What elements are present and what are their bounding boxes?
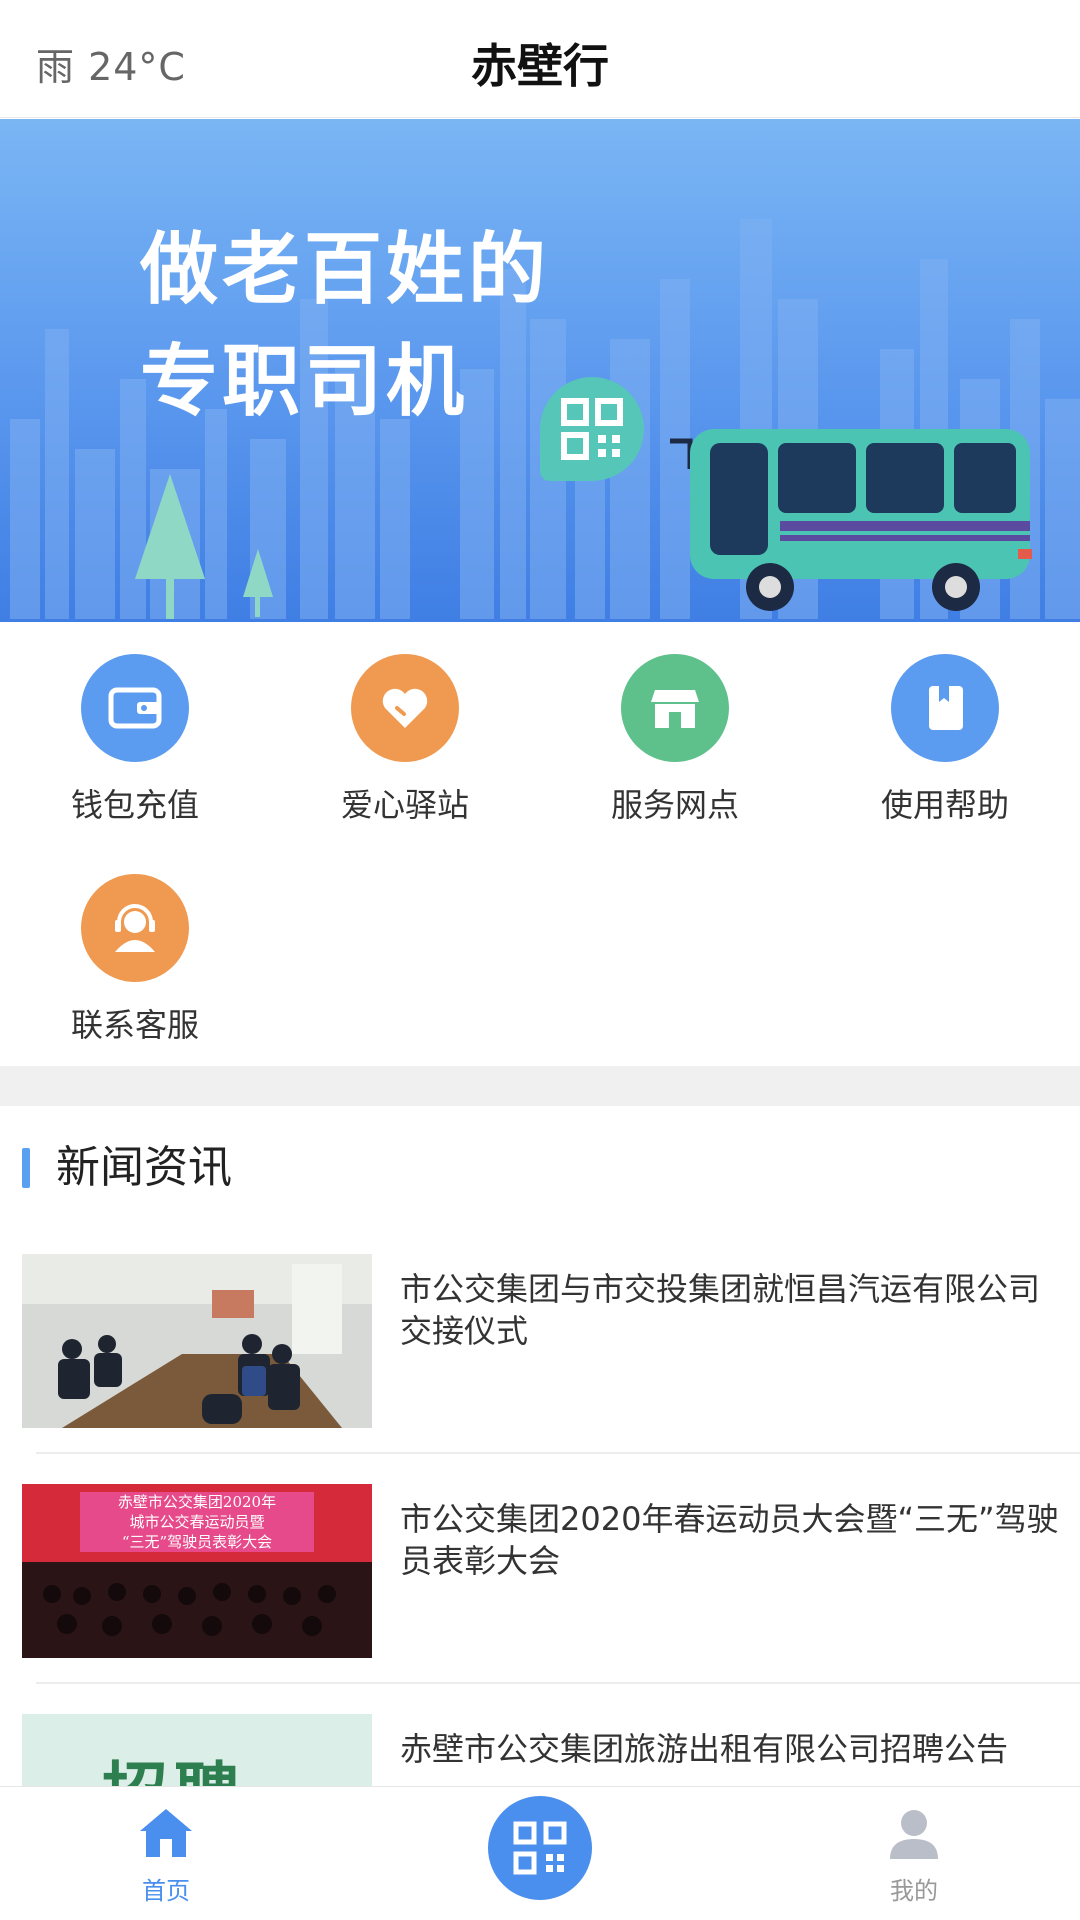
quick-action-customer-service[interactable]: 联系客服 <box>0 874 270 1046</box>
tab-home-label: 首页 <box>142 1877 190 1905</box>
banner-slogan: 做老百姓的 专职司机 <box>140 214 550 438</box>
book-icon <box>891 654 999 762</box>
news-divider <box>36 1682 1080 1684</box>
quick-action-grid: 钱包充值 爱心驿站 服务网点 使用帮助 联系客服 <box>0 622 1080 1066</box>
news-thumbnail-conference: 赤壁市公交集团2020年 城市公交春运动员暨 “三无”驾驶员表彰大会 <box>22 1484 372 1658</box>
quick-action-label: 爱心驿站 <box>340 786 469 824</box>
quick-action-service-outlets[interactable]: 服务网点 <box>540 654 810 826</box>
app-title: 赤壁行 <box>471 39 609 93</box>
wallet-icon <box>81 654 189 762</box>
news-thumbnail-meeting <box>22 1254 372 1428</box>
qr-scan-icon <box>513 1821 567 1875</box>
slogan-line-1: 做老百姓的 <box>140 225 551 315</box>
customer-service-icon <box>81 874 189 982</box>
news-item[interactable]: 市公交集团与市交投集团就恒昌汽运有限公司交接仪式 <box>22 1254 1080 1454</box>
section-accent-bar <box>22 1148 30 1188</box>
news-divider <box>36 1452 1080 1454</box>
quick-action-label: 使用帮助 <box>880 786 1009 824</box>
quick-action-label: 联系客服 <box>70 1006 199 1044</box>
news-item-title: 市公交集团2020年春运动员大会暨“三无”驾驶员表彰大会 <box>400 1500 1059 1580</box>
quick-action-help[interactable]: 使用帮助 <box>810 654 1080 826</box>
slogan-line-2: 专职司机 <box>140 337 469 427</box>
news-item-title: 市公交集团与市交投集团就恒昌汽运有限公司交接仪式 <box>400 1270 1041 1350</box>
news-section: 新闻资讯 市公交集团与市交投集团就恒昌汽运有限公司交接仪式 赤壁市公交集团202… <box>0 1106 1080 1786</box>
tab-mine-label: 我的 <box>890 1877 938 1905</box>
news-thumbnail-recruitment: 招聘 <box>22 1714 372 1786</box>
top-header: 雨 24°C 赤壁行 <box>0 0 1080 118</box>
news-item[interactable]: 赤壁市公交集团2020年 城市公交春运动员暨 “三无”驾驶员表彰大会 市公交集团… <box>22 1484 1080 1684</box>
quick-action-wallet-recharge[interactable]: 钱包充值 <box>0 654 270 826</box>
news-item[interactable]: 招聘 赤壁市公交集团旅游出租有限公司招聘公告 <box>22 1714 1080 1786</box>
news-section-header: 新闻资讯 <box>22 1144 232 1192</box>
tab-mine[interactable]: 我的 <box>814 1787 1014 1906</box>
quick-action-label: 服务网点 <box>610 786 739 824</box>
user-icon <box>890 1810 938 1859</box>
scan-qr-button[interactable] <box>488 1796 592 1900</box>
news-section-title: 新闻资讯 <box>56 1142 232 1193</box>
qr-bubble-icon <box>540 377 644 481</box>
tab-home[interactable]: 首页 <box>66 1787 266 1906</box>
promo-banner[interactable]: 做老百姓的 专职司机 <box>0 119 1080 622</box>
home-icon <box>140 1809 192 1857</box>
news-item-title: 赤壁市公交集团旅游出租有限公司招聘公告 <box>400 1730 1009 1768</box>
bus-illustration <box>660 419 1040 622</box>
quick-action-love-station[interactable]: 爱心驿站 <box>270 654 540 826</box>
store-icon <box>621 654 729 762</box>
quick-action-label: 钱包充值 <box>70 786 199 824</box>
recruitment-poster-text: 招聘 <box>102 1740 246 1786</box>
section-divider <box>0 1066 1080 1106</box>
heart-icon <box>351 654 459 762</box>
